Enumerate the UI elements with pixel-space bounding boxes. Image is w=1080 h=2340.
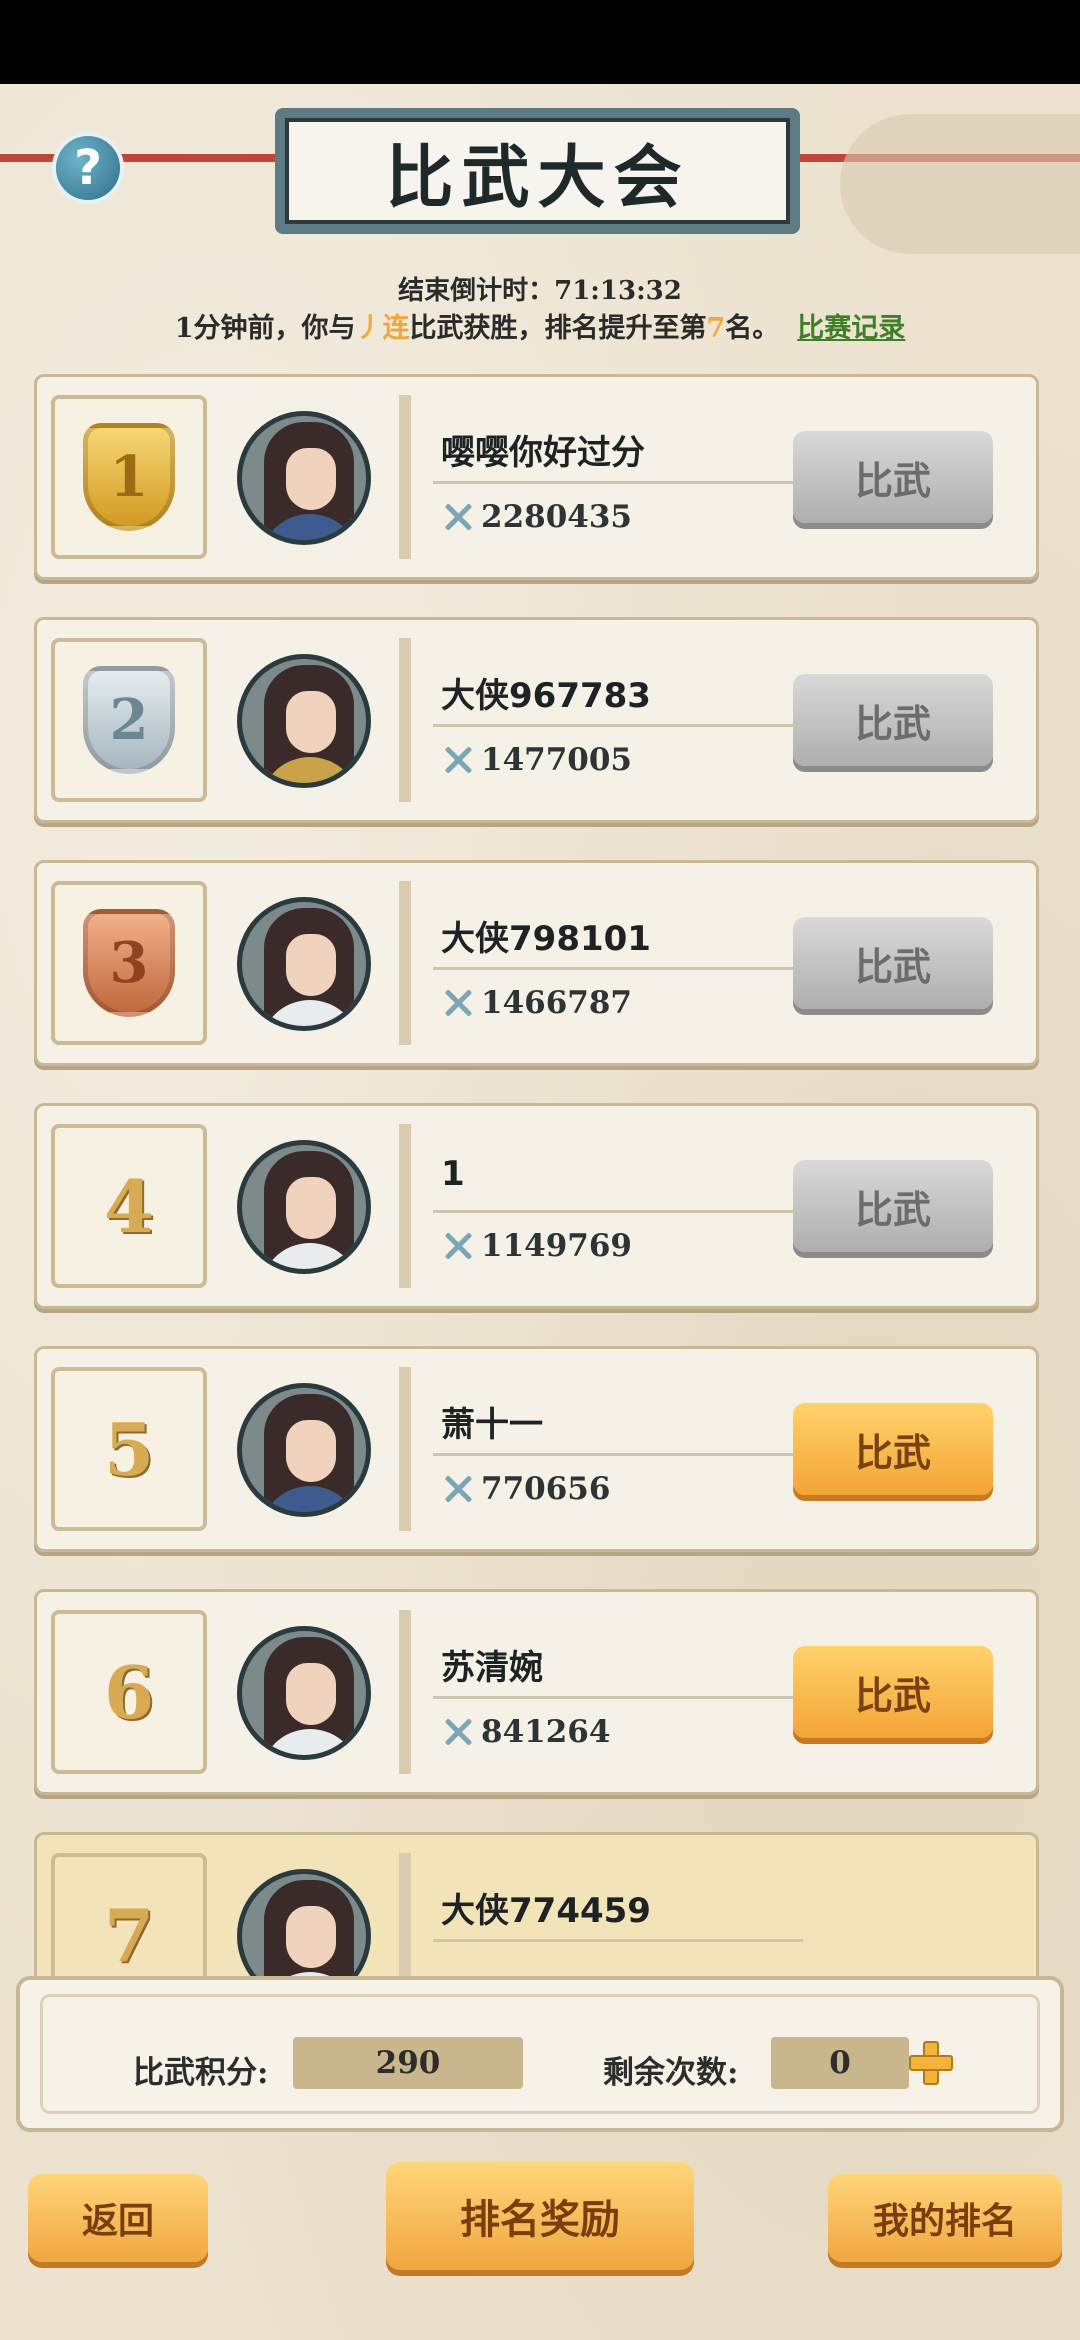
divider <box>433 1453 803 1456</box>
rank-box: 5 <box>51 1367 207 1531</box>
combat-power: 2280435 <box>441 499 632 535</box>
avatar[interactable] <box>237 654 371 788</box>
page-title: 比武大会 <box>285 118 790 224</box>
rank-number: 4 <box>103 1163 155 1249</box>
rank-box: 4 <box>51 1124 207 1288</box>
remaining-label: 剩余次数: <box>603 2055 739 2091</box>
crossed-swords-icon <box>441 500 475 534</box>
divider <box>433 1696 803 1699</box>
power-value: 1149769 <box>481 1228 632 1264</box>
crossed-swords-icon <box>441 1229 475 1263</box>
match-record-link[interactable]: 比赛记录 <box>797 313 905 344</box>
player-name: 萧十一 <box>441 1405 543 1445</box>
silver-medal-icon: 2 <box>83 666 175 774</box>
power-value: 841264 <box>481 1714 611 1750</box>
power-value: 2280435 <box>481 499 632 535</box>
help-icon[interactable]: ? <box>52 132 124 204</box>
notice-text: 名。 <box>725 313 780 344</box>
ranking-row: 6 苏清婉 841264 比武 <box>34 1589 1039 1795</box>
rank-number: 7 <box>103 1892 155 1978</box>
my-ranking-button[interactable]: 我的排名 <box>828 2174 1062 2262</box>
rank-number: 6 <box>103 1649 155 1735</box>
rank-box: 1 <box>51 395 207 559</box>
divider <box>433 481 803 484</box>
combat-power: 1477005 <box>441 742 632 778</box>
score-panel-inner: 比武积分: 290 剩余次数: 0 <box>40 1994 1040 2114</box>
plus-icon[interactable] <box>909 2041 953 2085</box>
ranking-row: 3 大侠798101 1466787 比武 <box>34 860 1039 1066</box>
cloud-decoration <box>840 114 1080 254</box>
combat-power: 770656 <box>441 1471 610 1507</box>
crossed-swords-icon <box>441 743 475 777</box>
divider <box>433 967 803 970</box>
countdown-label: 结束倒计时： <box>398 276 555 306</box>
combat-power: 1466787 <box>441 985 632 1021</box>
avatar[interactable] <box>237 1383 371 1517</box>
gold-medal-icon: 1 <box>83 423 175 531</box>
duel-button[interactable]: 比武 <box>793 431 993 523</box>
duel-button[interactable]: 比武 <box>793 917 993 1009</box>
rank-box: 6 <box>51 1610 207 1774</box>
rank-number: 5 <box>103 1406 155 1492</box>
notice-text: 比武获胜，排名提升至第 <box>409 313 707 344</box>
player-name: 嘤嘤你好过分 <box>441 433 645 473</box>
avatar[interactable] <box>237 1626 371 1760</box>
avatar[interactable] <box>237 411 371 545</box>
combat-power: 1149769 <box>441 1228 632 1264</box>
duel-button[interactable]: 比武 <box>793 1646 993 1738</box>
crossed-swords-icon <box>441 1715 475 1749</box>
divider <box>433 1210 803 1213</box>
back-button[interactable]: 返回 <box>28 2174 208 2262</box>
power-value: 1477005 <box>481 742 632 778</box>
duel-button[interactable]: 比武 <box>793 1403 993 1495</box>
avatar[interactable] <box>237 897 371 1031</box>
opponent-name: 丿连 <box>355 313 410 344</box>
player-name: 苏清婉 <box>441 1648 543 1688</box>
player-name: 1 <box>441 1154 465 1194</box>
power-value: 1466787 <box>481 985 632 1021</box>
duel-button[interactable]: 比武 <box>793 674 993 766</box>
game-screen: ? 比武大会 结束倒计时：71:13:32 1分钟前，你与丿连比武获胜，排名提升… <box>0 84 1080 2340</box>
divider <box>433 724 803 727</box>
remaining-value: 0 <box>771 2037 909 2089</box>
ranking-row: 2 大侠967783 1477005 比武 <box>34 617 1039 823</box>
points-value: 290 <box>293 2037 523 2089</box>
ranking-list[interactable]: 1 嘤嘤你好过分 2280435 比武 2 大侠967783 1477005 比… <box>34 374 1039 2075</box>
player-name: 大侠774459 <box>441 1891 651 1931</box>
avatar[interactable] <box>237 1140 371 1274</box>
combat-power: 841264 <box>441 1714 610 1750</box>
score-panel: 比武积分: 290 剩余次数: 0 <box>16 1976 1064 2132</box>
title-plaque: 比武大会 <box>275 108 800 234</box>
crossed-swords-icon <box>441 1472 475 1506</box>
new-rank: 7 <box>706 313 726 344</box>
rank-box: 3 <box>51 881 207 1045</box>
bronze-medal-icon: 3 <box>83 909 175 1017</box>
battle-notice: 1分钟前，你与丿连比武获胜，排名提升至第7名。 比赛记录 <box>0 306 1080 345</box>
ranking-row: 4 1 1149769 比武 <box>34 1103 1039 1309</box>
rope-decoration <box>0 154 300 162</box>
ranking-reward-button[interactable]: 排名奖励 <box>386 2162 694 2270</box>
player-name: 大侠967783 <box>441 676 651 716</box>
player-name: 大侠798101 <box>441 919 651 959</box>
divider <box>433 1939 803 1942</box>
points-label: 比武积分: <box>133 2055 269 2091</box>
ranking-row: 5 萧十一 770656 比武 <box>34 1346 1039 1552</box>
crossed-swords-icon <box>441 986 475 1020</box>
countdown-value: 71:13:32 <box>554 276 682 306</box>
rank-box: 2 <box>51 638 207 802</box>
power-value: 770656 <box>481 1471 611 1507</box>
countdown: 结束倒计时：71:13:32 <box>0 270 1080 307</box>
notice-text: 1分钟前，你与 <box>174 313 356 344</box>
duel-button[interactable]: 比武 <box>793 1160 993 1252</box>
ranking-row: 1 嘤嘤你好过分 2280435 比武 <box>34 374 1039 580</box>
